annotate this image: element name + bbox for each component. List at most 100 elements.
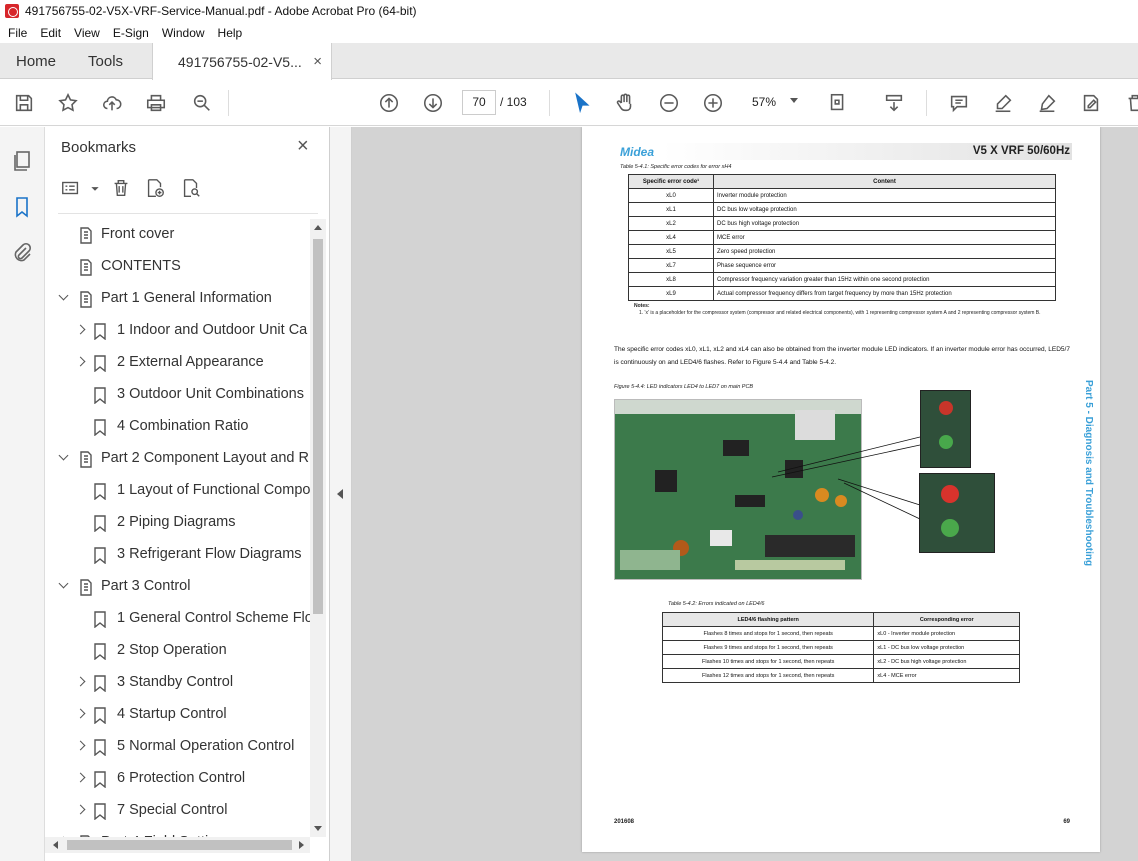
bookmark-item[interactable]: 1 Indoor and Outdoor Unit Ca bbox=[45, 315, 310, 347]
table-cell: xL8 bbox=[628, 272, 714, 287]
bookmark-item[interactable]: 7 Special Control bbox=[45, 795, 310, 827]
chevron-down-icon[interactable] bbox=[84, 177, 99, 201]
bookmark-item[interactable]: 1 Layout of Functional Compo bbox=[45, 475, 310, 507]
bookmark-item[interactable]: 4 Startup Control bbox=[45, 699, 310, 731]
tab-tools[interactable]: Tools bbox=[72, 43, 139, 79]
chevron-right-icon[interactable] bbox=[75, 741, 87, 753]
delete-bookmark-icon[interactable] bbox=[110, 177, 134, 201]
scroll-mode-icon[interactable] bbox=[882, 91, 906, 115]
table-header: Content bbox=[713, 174, 1056, 189]
bookmark-label: 1 Indoor and Outdoor Unit Ca bbox=[117, 322, 308, 338]
next-page-icon[interactable] bbox=[421, 91, 445, 115]
bookmark-item[interactable]: Part 1 General Information bbox=[45, 283, 310, 315]
save-icon[interactable] bbox=[12, 91, 36, 115]
chevron-down-icon[interactable] bbox=[58, 581, 70, 593]
page-total: / 103 bbox=[500, 95, 527, 109]
bookmark-item[interactable]: 2 Piping Diagrams bbox=[45, 507, 310, 539]
edit-pdf-icon[interactable] bbox=[1079, 91, 1103, 115]
upload-cloud-icon[interactable] bbox=[100, 91, 124, 115]
select-cursor-icon[interactable] bbox=[570, 91, 594, 115]
attachments-icon[interactable] bbox=[10, 241, 34, 265]
page-number-input[interactable]: 70 bbox=[462, 90, 496, 115]
bookmark-label: 3 Outdoor Unit Combinations bbox=[117, 386, 304, 402]
chevron-down-icon[interactable] bbox=[58, 453, 70, 465]
menu-window[interactable]: Window bbox=[162, 26, 205, 40]
star-icon[interactable] bbox=[56, 91, 80, 115]
chevron-right-icon[interactable] bbox=[75, 325, 87, 337]
bookmark-item[interactable]: Part 3 Control bbox=[45, 571, 310, 603]
bookmark-item[interactable]: Part 4 Field Settings bbox=[45, 827, 310, 837]
scroll-right-icon[interactable] bbox=[299, 841, 304, 849]
table-row: xL0 Inverter module protection bbox=[628, 188, 1056, 203]
table-cell: DC bus low voltage protection bbox=[713, 202, 1056, 217]
menu-esign[interactable]: E-Sign bbox=[113, 26, 149, 40]
bookmark-item[interactable]: 5 Normal Operation Control bbox=[45, 731, 310, 763]
close-icon[interactable]: × bbox=[297, 135, 309, 158]
bookmark-item[interactable]: 3 Standby Control bbox=[45, 667, 310, 699]
menu-view[interactable]: View bbox=[74, 26, 100, 40]
delete-icon[interactable] bbox=[1123, 91, 1138, 115]
chevron-right-icon[interactable] bbox=[75, 709, 87, 721]
bookmark-item[interactable]: 2 Stop Operation bbox=[45, 635, 310, 667]
menu-file[interactable]: File bbox=[8, 26, 27, 40]
scroll-down-icon[interactable] bbox=[314, 826, 322, 831]
window-title: 491756755-02-V5X-VRF-Service-Manual.pdf … bbox=[25, 4, 417, 18]
comment-icon[interactable] bbox=[947, 91, 971, 115]
scroll-up-icon[interactable] bbox=[314, 225, 322, 230]
chevron-right-icon[interactable] bbox=[75, 773, 87, 785]
zoom-out-icon[interactable] bbox=[657, 91, 681, 115]
table-cell: xL4 bbox=[628, 230, 714, 245]
table-row: xL9 Actual compressor frequency differs f… bbox=[628, 286, 1056, 301]
document-view[interactable]: Midea V5 X VRF 50/60Hz Table 5-4.1: Spec… bbox=[352, 127, 1138, 861]
highlight-pen-icon[interactable] bbox=[991, 91, 1015, 115]
prev-page-icon[interactable] bbox=[377, 91, 401, 115]
scroll-left-icon[interactable] bbox=[53, 841, 58, 849]
bookmark-item[interactable]: 4 Combination Ratio bbox=[45, 411, 310, 443]
print-icon[interactable] bbox=[144, 91, 168, 115]
page-fit-icon[interactable] bbox=[826, 91, 850, 115]
side-section-label: Part 5 - Diagnosis and Troubleshooting bbox=[1083, 380, 1094, 567]
bookmark-item[interactable]: 1 General Control Scheme Flo bbox=[45, 603, 310, 635]
menu-bar: File Edit View E-Sign Window Help bbox=[0, 22, 1138, 43]
zoom-in-icon[interactable] bbox=[701, 91, 725, 115]
bookmark-icon bbox=[92, 675, 108, 693]
horizontal-scrollbar[interactable] bbox=[45, 837, 310, 853]
bookmark-item[interactable]: 3 Refrigerant Flow Diagrams bbox=[45, 539, 310, 571]
table-cell: xL1 - DC bus low voltage protection bbox=[873, 640, 1020, 655]
hand-tool-icon[interactable] bbox=[613, 91, 637, 115]
sign-pen-icon[interactable] bbox=[1035, 91, 1059, 115]
bookmark-label: Part 1 General Information bbox=[101, 290, 272, 306]
bookmark-item[interactable]: 2 External Appearance bbox=[45, 347, 310, 379]
new-bookmark-icon[interactable] bbox=[144, 177, 168, 201]
bookmark-label: 7 Special Control bbox=[117, 802, 228, 818]
zoom-select[interactable]: 57% bbox=[752, 95, 776, 109]
bookmark-item[interactable]: 6 Protection Control bbox=[45, 763, 310, 795]
scrollbar-thumb[interactable] bbox=[313, 239, 323, 614]
chevron-right-icon[interactable] bbox=[75, 805, 87, 817]
table-notes: Notes: 1. 'x' is a placeholder for the c… bbox=[634, 303, 1064, 317]
vertical-scrollbar[interactable] bbox=[310, 219, 326, 837]
scrollbar-thumb[interactable] bbox=[67, 840, 292, 850]
menu-help[interactable]: Help bbox=[218, 26, 243, 40]
tab-close-icon[interactable]: × bbox=[313, 53, 322, 70]
find-bookmark-icon[interactable] bbox=[180, 177, 204, 201]
chevron-right-icon[interactable] bbox=[75, 357, 87, 369]
search-zoom-icon[interactable] bbox=[190, 91, 214, 115]
navigation-rail bbox=[0, 127, 45, 861]
bookmark-item[interactable]: Part 2 Component Layout and R bbox=[45, 443, 310, 475]
bookmark-options-icon[interactable] bbox=[60, 177, 84, 201]
bookmark-item[interactable]: 3 Outdoor Unit Combinations bbox=[45, 379, 310, 411]
table-cell: xL2 bbox=[628, 216, 714, 231]
tab-home[interactable]: Home bbox=[0, 43, 72, 79]
bookmark-item[interactable]: CONTENTS bbox=[45, 251, 310, 283]
menu-edit[interactable]: Edit bbox=[40, 26, 61, 40]
chevron-right-icon[interactable] bbox=[75, 677, 87, 689]
bookmarks-panel-icon[interactable] bbox=[10, 195, 34, 219]
tab-document[interactable]: 491756755-02-V5... × bbox=[152, 43, 332, 80]
page-thumbnails-icon[interactable] bbox=[10, 149, 34, 173]
chevron-down-icon[interactable] bbox=[58, 293, 70, 305]
bookmark-item[interactable]: Front cover bbox=[45, 219, 310, 251]
panel-collapse-strip[interactable] bbox=[330, 127, 352, 861]
chevron-down-icon[interactable] bbox=[790, 98, 798, 103]
collapse-left-icon[interactable] bbox=[337, 489, 343, 499]
